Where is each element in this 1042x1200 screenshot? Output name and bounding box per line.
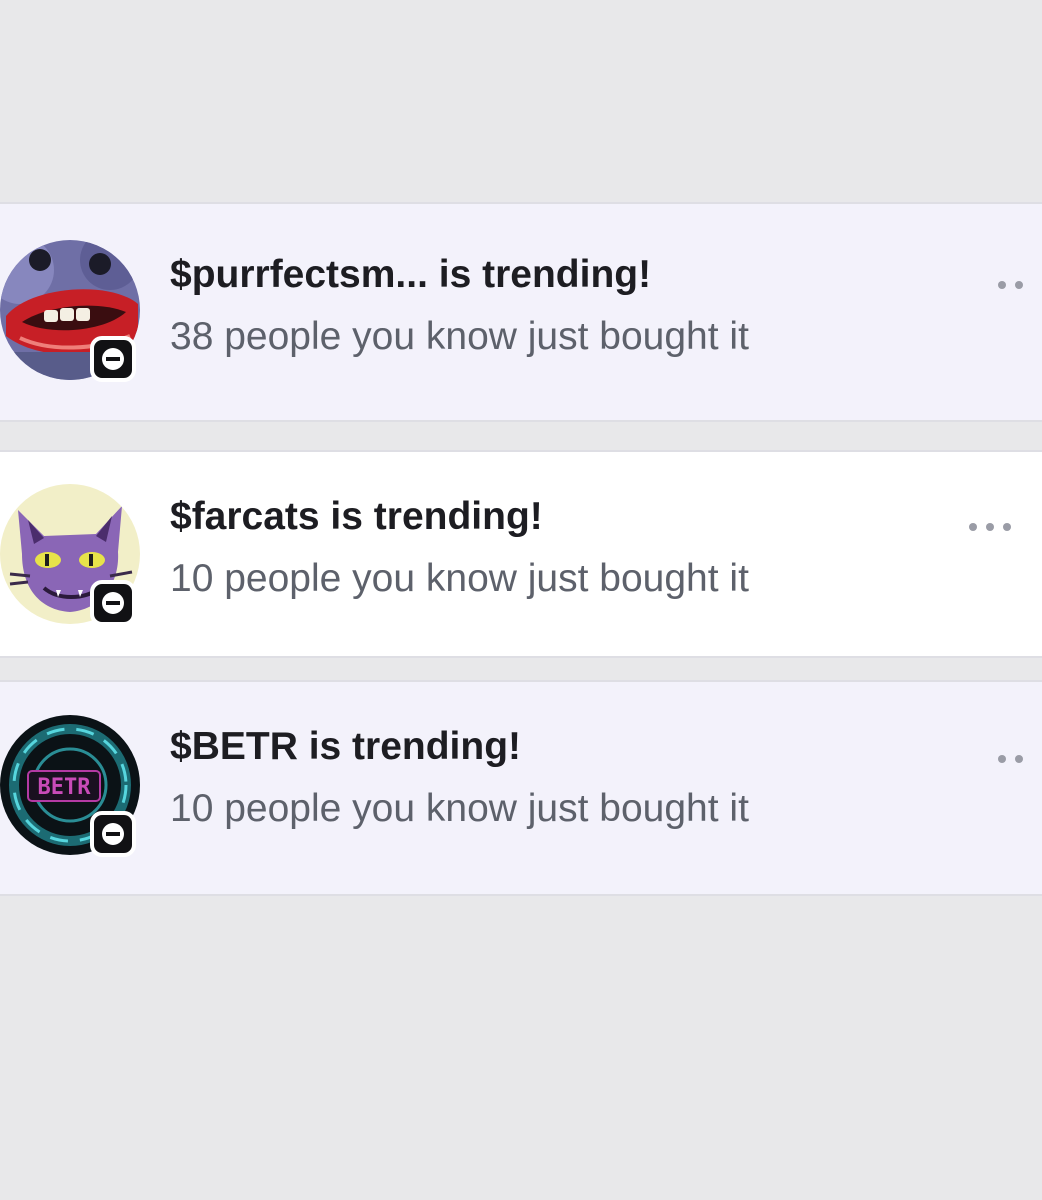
- notification-item[interactable]: BETR $BETR is trending! 10 people you kn…: [0, 680, 1042, 896]
- betr-logo-text: BETR: [38, 775, 92, 800]
- notification-item[interactable]: $purrfectsm... is trending! 38 people yo…: [0, 202, 1042, 422]
- notification-title: $farcats is trending!: [170, 495, 543, 538]
- notification-subtitle: 10 people you know just bought it: [170, 557, 749, 600]
- more-options-icon[interactable]: [969, 512, 1020, 532]
- notification-feed: $purrfectsm... is trending! 38 people yo…: [0, 0, 1042, 1200]
- notification-title: $purrfectsm... is trending!: [170, 253, 652, 296]
- notification-text: $BETR is trending! 10 people you know ju…: [170, 724, 942, 832]
- notification-item[interactable]: $farcats is trending! 10 people you know…: [0, 450, 1042, 658]
- notification-text: $farcats is trending! 10 people you know…: [170, 494, 942, 602]
- notification-title: $BETR is trending!: [170, 725, 522, 768]
- notification-subtitle: 10 people you know just bought it: [170, 787, 749, 830]
- token-avatar-wrapper: [0, 484, 150, 634]
- token-avatar-wrapper: BETR: [0, 715, 150, 865]
- token-badge-icon: [90, 580, 136, 626]
- token-avatar-wrapper: [0, 240, 150, 390]
- notification-subtitle: 38 people you know just bought it: [170, 315, 749, 358]
- more-options-icon[interactable]: [998, 744, 1032, 764]
- more-options-icon[interactable]: [998, 270, 1032, 290]
- token-badge-icon: [90, 811, 136, 857]
- token-badge-icon: [90, 336, 136, 382]
- notification-text: $purrfectsm... is trending! 38 people yo…: [170, 252, 942, 360]
